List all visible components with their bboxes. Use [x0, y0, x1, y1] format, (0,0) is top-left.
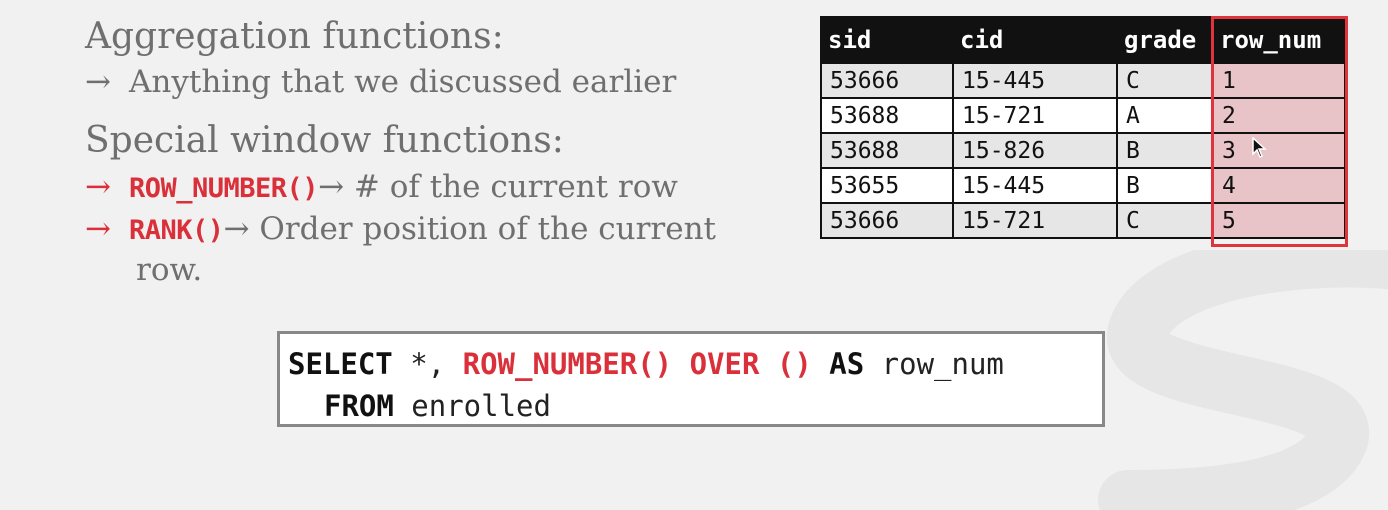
column-header-cid: cid: [952, 16, 1118, 64]
cell-row-num: 2: [1212, 97, 1346, 134]
column-header-row-num: row_num: [1212, 16, 1346, 64]
sql-as-keyword: AS: [811, 347, 865, 381]
table-header-row: sid cid grade row_num: [820, 16, 1346, 64]
cell-sid: 53688: [820, 97, 954, 134]
arrow-icon: →: [85, 211, 111, 247]
heading-aggregation: Aggregation functions:: [85, 16, 504, 57]
sql-select-keyword: SELECT: [288, 347, 393, 381]
cell-grade: C: [1116, 202, 1214, 239]
sql-from-keyword: FROM: [324, 389, 394, 423]
table-row: 53655 15-445 B 4: [820, 167, 1346, 204]
cell-row-num: 3: [1212, 132, 1346, 169]
sql-star: *,: [392, 347, 463, 381]
heading-special-window: Special window functions:: [85, 120, 564, 161]
cell-sid: 53666: [820, 62, 954, 99]
cell-cid: 15-721: [952, 97, 1118, 134]
cell-row-num: 5: [1212, 202, 1346, 239]
rank-desc: → Order position of the current: [223, 211, 717, 247]
column-header-grade: grade: [1116, 16, 1214, 64]
cell-sid: 53666: [820, 202, 954, 239]
cell-row-num: 4: [1212, 167, 1346, 204]
sql-table-name: enrolled: [393, 389, 551, 423]
sql-line-1: SELECT *, ROW_NUMBER() OVER () AS row_nu…: [288, 343, 1102, 385]
cell-cid: 15-721: [952, 202, 1118, 239]
cell-cid: 15-445: [952, 62, 1118, 99]
rank-fn: RANK(): [129, 215, 224, 246]
sql-alias: row_num: [864, 347, 1004, 381]
sql-window-function: ROW_NUMBER() OVER (): [462, 347, 812, 381]
sql-line-2: FROM enrolled: [288, 385, 1102, 427]
arrow-icon: →: [85, 169, 111, 205]
cell-grade: B: [1116, 167, 1214, 204]
cell-grade: A: [1116, 97, 1214, 134]
row-number-desc: → # of the current row: [318, 169, 678, 205]
cell-cid: 15-826: [952, 132, 1118, 169]
table-row: 53688 15-721 A 2: [820, 97, 1346, 134]
bullet-row-number: → ROW_NUMBER()→ # of the current row: [85, 169, 678, 205]
cell-sid: 53655: [820, 167, 954, 204]
row-number-fn: ROW_NUMBER(): [129, 173, 319, 204]
arrow-icon: →: [85, 64, 111, 100]
cell-sid: 53688: [820, 132, 954, 169]
bullet-aggregation-text: Anything that we discussed earlier: [129, 64, 677, 100]
mouse-cursor-icon: [1252, 137, 1267, 159]
bullet-aggregation: → Anything that we discussed earlier: [85, 64, 676, 100]
cell-grade: C: [1116, 62, 1214, 99]
cell-cid: 15-445: [952, 167, 1118, 204]
bullet-rank: → RANK()→ Order position of the current: [85, 211, 716, 247]
sql-code-box: SELECT *, ROW_NUMBER() OVER () AS row_nu…: [277, 331, 1105, 427]
cell-row-num: 1: [1212, 62, 1346, 99]
enrolled-result-table: sid cid grade row_num 53666 15-445 C 1 5…: [820, 16, 1346, 239]
table-row: 53666 15-721 C 5: [820, 202, 1346, 239]
column-header-sid: sid: [820, 16, 954, 64]
background-logo-shape: [1098, 250, 1388, 510]
cell-grade: B: [1116, 132, 1214, 169]
table-row: 53666 15-445 C 1: [820, 62, 1346, 99]
rank-desc-continued: row.: [136, 252, 203, 288]
